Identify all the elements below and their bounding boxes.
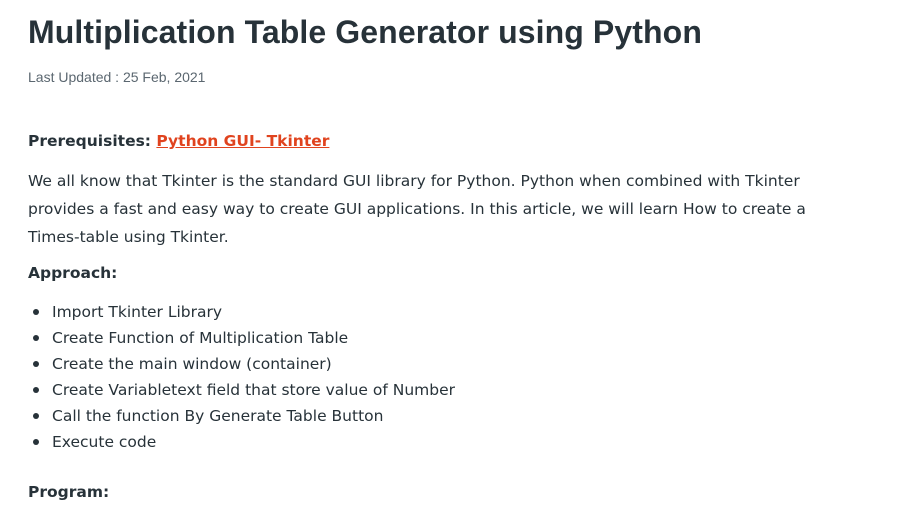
list-item: Call the function By Generate Table Butt… [28, 403, 455, 429]
last-updated-date: Last Updated : 25 Feb, 2021 [28, 69, 206, 85]
prerequisites-label: Prerequisites: [28, 132, 157, 150]
list-item: Execute code [28, 429, 455, 455]
page-title: Multiplication Table Generator using Pyt… [28, 14, 702, 50]
approach-steps-list: Import Tkinter Library Create Function o… [28, 299, 455, 455]
prerequisites-line: Prerequisites: Python GUI- Tkinter [28, 132, 329, 150]
list-item: Create Variabletext field that store val… [28, 377, 455, 403]
list-item: Create Function of Multiplication Table [28, 325, 455, 351]
prerequisite-link[interactable]: Python GUI- Tkinter [156, 132, 329, 150]
list-item: Import Tkinter Library [28, 299, 455, 325]
program-heading: Program: [28, 483, 110, 501]
approach-heading: Approach: [28, 264, 118, 282]
intro-paragraph: We all know that Tkinter is the standard… [28, 172, 806, 246]
list-item: Create the main window (container) [28, 351, 455, 377]
